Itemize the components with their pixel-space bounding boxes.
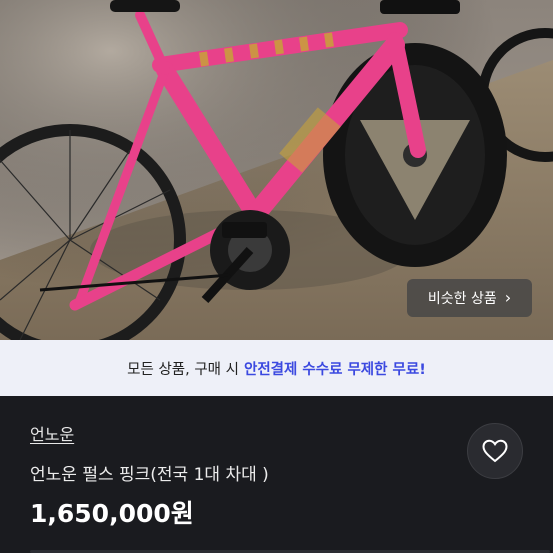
product-photo[interactable]: 비슷한 상품 › [0, 0, 553, 340]
promo-highlight: 안전결제 수수료 무제한 무료! [243, 361, 426, 378]
shop-name-link[interactable]: 언노운 [30, 421, 74, 445]
product-info: 언노운 언노운 펄스 핑크(전국 1대 차대 ) 1,650,000원 [0, 396, 553, 553]
product-price: 1,650,000원 [30, 499, 194, 528]
like-button[interactable] [467, 423, 523, 479]
similar-products-label: 비슷한 상품 [427, 291, 497, 307]
product-title: 언노운 펄스 핑크(전국 1대 차대 ) [30, 465, 269, 485]
chevron-right-icon: › [504, 288, 512, 307]
similar-products-button[interactable]: 비슷한 상품 › [407, 279, 532, 317]
heart-icon [482, 439, 508, 463]
promo-banner[interactable]: 모든 상품, 구매 시 안전결제 수수료 무제한 무료! [0, 340, 553, 396]
promo-text: 모든 상품, 구매 시 [127, 361, 239, 378]
